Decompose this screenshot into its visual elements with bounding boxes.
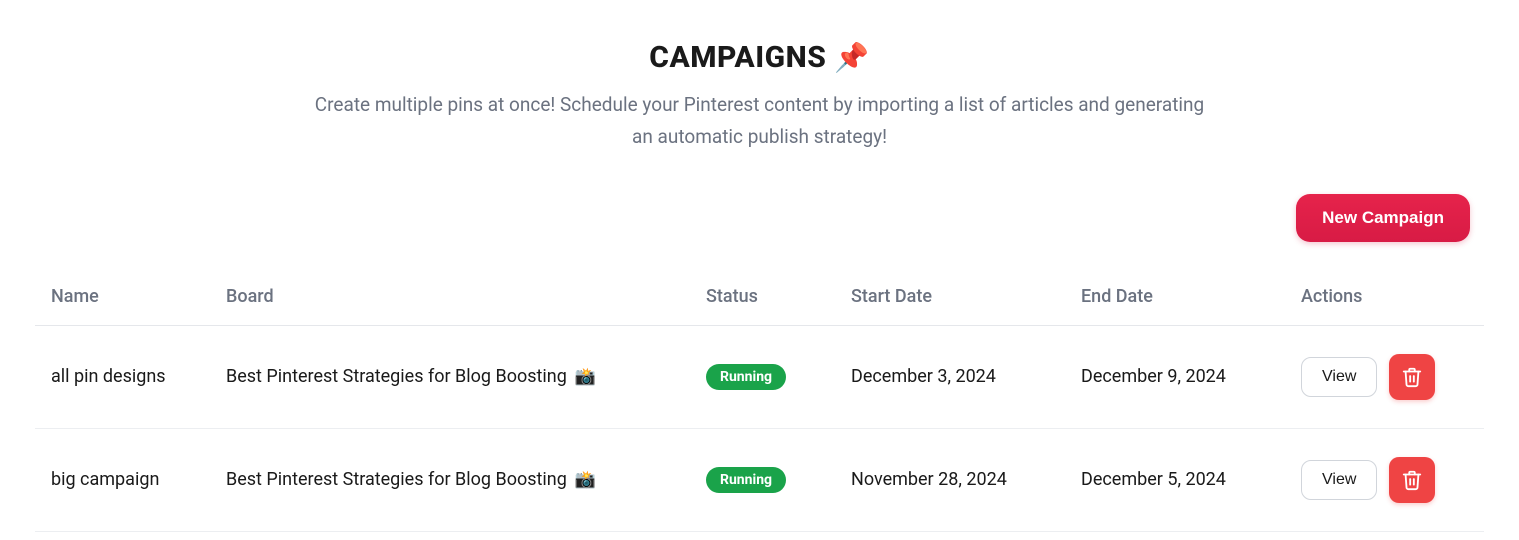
pushpin-icon: 📌: [834, 44, 869, 72]
cell-name: big campaign: [35, 428, 210, 531]
board-name: Best Pinterest Strategies for Blog Boost…: [226, 366, 567, 387]
column-header-name: Name: [35, 272, 210, 326]
new-campaign-button[interactable]: New Campaign: [1296, 194, 1470, 242]
board-name: Best Pinterest Strategies for Blog Boost…: [226, 469, 567, 490]
status-badge: Running: [706, 467, 786, 493]
camera-icon: 📸: [575, 367, 596, 387]
column-header-start-date: Start Date: [835, 272, 1065, 326]
cell-start-date: December 3, 2024: [835, 325, 1065, 428]
view-button[interactable]: View: [1301, 460, 1377, 500]
column-header-end-date: End Date: [1065, 272, 1285, 326]
page-title-text: CAMPAIGNS: [649, 40, 826, 75]
toolbar: New Campaign: [35, 194, 1484, 242]
cell-actions: View: [1301, 354, 1468, 400]
page-header: CAMPAIGNS 📌 Create multiple pins at once…: [35, 40, 1484, 154]
trash-icon: [1401, 366, 1423, 388]
table-row: big campaign Best Pinterest Strategies f…: [35, 428, 1484, 531]
cell-end-date: December 9, 2024: [1065, 325, 1285, 428]
column-header-actions: Actions: [1285, 272, 1484, 326]
campaigns-table: Name Board Status Start Date End Date Ac…: [35, 272, 1484, 532]
delete-button[interactable]: [1389, 354, 1435, 400]
column-header-status: Status: [690, 272, 835, 326]
trash-icon: [1401, 469, 1423, 491]
column-header-board: Board: [210, 272, 690, 326]
page-title: CAMPAIGNS 📌: [649, 40, 869, 75]
table-row: all pin designs Best Pinterest Strategie…: [35, 325, 1484, 428]
cell-actions: View: [1301, 457, 1468, 503]
cell-board: Best Pinterest Strategies for Blog Boost…: [226, 469, 674, 490]
view-button[interactable]: View: [1301, 357, 1377, 397]
status-badge: Running: [706, 364, 786, 390]
cell-end-date: December 5, 2024: [1065, 428, 1285, 531]
page-subtitle: Create multiple pins at once! Schedule y…: [310, 89, 1210, 154]
cell-start-date: November 28, 2024: [835, 428, 1065, 531]
delete-button[interactable]: [1389, 457, 1435, 503]
cell-name: all pin designs: [35, 325, 210, 428]
camera-icon: 📸: [575, 470, 596, 490]
cell-board: Best Pinterest Strategies for Blog Boost…: [226, 366, 674, 387]
